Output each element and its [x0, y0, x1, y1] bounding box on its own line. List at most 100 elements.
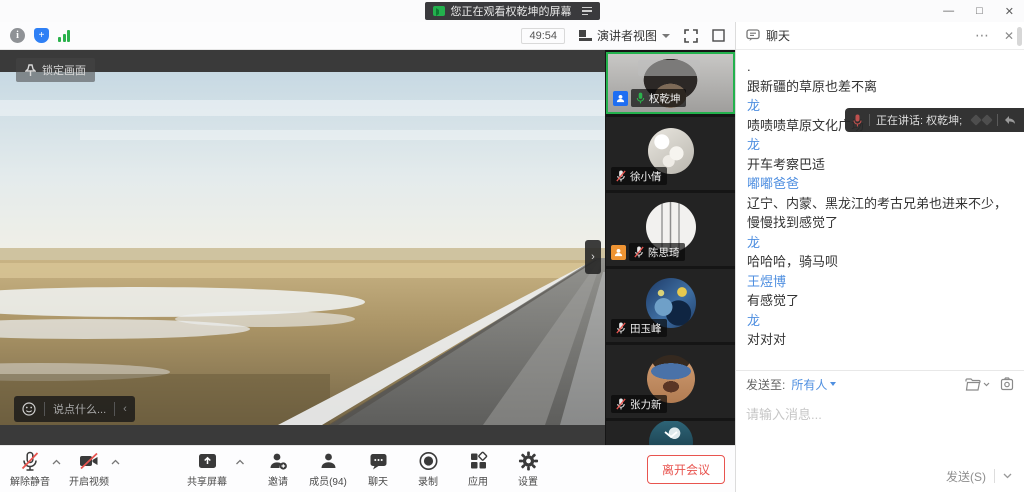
screen-share-icon [433, 6, 445, 16]
chat-label: 聊天 [368, 473, 388, 488]
chat-button[interactable]: 聊天 [356, 447, 400, 491]
meeting-info-icon[interactable]: i [10, 28, 25, 43]
participant-tile[interactable]: 陈思琦 [606, 193, 735, 266]
chevron-down-icon [830, 382, 836, 386]
video-options-chevron-icon[interactable] [111, 459, 120, 465]
quick-chat-placeholder[interactable]: 说点什么... [53, 401, 106, 417]
cohost-badge-icon [611, 245, 626, 260]
invite-button[interactable]: 邀请 [256, 447, 300, 491]
chat-bubble-icon [368, 451, 388, 471]
start-video-button[interactable]: 开启视频 [67, 447, 111, 491]
chat-sender-name: 龙 [747, 311, 1013, 331]
invite-label: 邀请 [268, 473, 288, 488]
badge-list-icon[interactable] [582, 7, 592, 16]
chat-message: 开车考察巴适 [747, 155, 1013, 175]
control-bar: 解除静音 开启视频 [0, 445, 735, 492]
pin-view-label: 锁定画面 [42, 62, 86, 78]
fullscreen-icon[interactable] [684, 29, 698, 43]
chat-message: 对对对 [747, 330, 1013, 350]
pin-icon [25, 64, 36, 77]
quick-chat-collapse-icon[interactable]: ‹ [123, 403, 127, 415]
speaking-toast[interactable]: 正在讲话: 权乾坤; [845, 108, 1024, 132]
chat-message-input[interactable] [736, 398, 1024, 460]
unmute-button[interactable]: 解除静音 [8, 447, 52, 491]
chat-send-row: 发送(S) [736, 460, 1024, 492]
layout-icon [579, 30, 592, 41]
participant-name: 权乾坤 [649, 91, 681, 106]
network-signal-icon[interactable] [58, 30, 70, 42]
mic-muted-icon [616, 398, 626, 410]
send-button[interactable]: 发送(S) [946, 468, 986, 485]
chevron-down-icon [662, 34, 670, 38]
minimize-button[interactable]: — [943, 5, 954, 17]
watching-screen-badge[interactable]: 您正在观看权乾坤的屏幕 [425, 2, 600, 20]
title-bar: 您正在观看权乾坤的屏幕 — □ ✕ [0, 0, 1024, 22]
emoji-icon[interactable] [22, 402, 36, 416]
chat-close-icon[interactable]: ✕ [1004, 29, 1014, 43]
chat-panel: 聊天 ⋯ ✕ . 跟新疆的草原也差不离 龙 啧啧啧草原文化广场 龙 开车考察巴适… [735, 22, 1024, 492]
chat-message: 跟新疆的草原也差不离 [747, 77, 1013, 97]
speaking-mic-icon [852, 114, 863, 127]
chat-message: 有感觉了 [747, 291, 1013, 311]
participant-tile[interactable]: 田玉峰 [606, 269, 735, 342]
shared-screen-view: 锁定画面 说点什么... ‹ › [0, 50, 605, 445]
participant-tile-active-speaker[interactable]: 权乾坤 [606, 52, 735, 114]
send-to-selector[interactable]: 所有人 [791, 376, 836, 393]
chevron-right-icon: › [591, 251, 595, 263]
participant-name: 徐小倩 [630, 169, 662, 184]
scroll-more-chevron-icon[interactable] [664, 431, 678, 439]
close-button[interactable]: ✕ [1005, 5, 1014, 18]
gear-icon [518, 451, 538, 471]
mic-options-chevron-icon[interactable] [52, 459, 61, 465]
screenshot-icon[interactable] [1000, 377, 1014, 391]
chat-message: 辽宁、内蒙、黑龙江的考古兄弟也进来不少，慢慢找到感觉了 [747, 194, 1013, 233]
chat-panel-title: 聊天 [766, 27, 790, 44]
mic-muted-icon [616, 170, 626, 182]
participant-name: 张力新 [630, 397, 662, 412]
pin-view-button[interactable]: 锁定画面 [16, 58, 95, 82]
divider [44, 402, 45, 416]
shared-screen-content [0, 72, 605, 425]
participant-strip-toggle[interactable]: › [585, 240, 601, 274]
chat-more-icon[interactable]: ⋯ [975, 27, 990, 44]
participant-tile[interactable]: 徐小倩 [606, 117, 735, 190]
divider [994, 469, 995, 483]
send-to-row: 发送至: 所有人 [736, 370, 1024, 398]
participant-tile[interactable]: 张力新 [606, 345, 735, 418]
share-options-chevron-icon[interactable] [235, 459, 244, 465]
send-to-label: 发送至: [746, 376, 785, 393]
host-badge-icon [613, 91, 628, 106]
quick-chat-bar[interactable]: 说点什么... ‹ [14, 396, 135, 422]
settings-button[interactable]: 设置 [506, 447, 550, 491]
chat-sender-name: 龙 [747, 135, 1013, 155]
view-mode-dropdown[interactable]: 演讲者视图 [579, 27, 670, 44]
chat-message-list[interactable]: . 跟新疆的草原也差不离 龙 啧啧啧草原文化广场 龙 开车考察巴适 嘟嘟爸爸 辽… [736, 50, 1024, 370]
apps-button[interactable]: 应用 [456, 447, 500, 491]
maximize-button[interactable]: □ [976, 5, 983, 17]
mic-muted-icon [634, 246, 644, 258]
send-options-chevron-icon[interactable] [1003, 473, 1012, 479]
side-panel-icon[interactable] [712, 29, 725, 42]
share-screen-button[interactable]: 共享屏幕 [185, 447, 229, 491]
leave-meeting-button[interactable]: 离开会议 [647, 455, 725, 484]
security-shield-icon[interactable]: + [34, 28, 49, 43]
meeting-toolbar: i + 49:54 演讲者视图 [0, 22, 735, 50]
mic-muted-icon [20, 451, 40, 471]
share-screen-icon [197, 451, 217, 471]
chat-sender-name: 龙 [747, 233, 1013, 253]
record-button[interactable]: 录制 [406, 447, 450, 491]
unmute-label: 解除静音 [10, 473, 50, 488]
meeting-timer: 49:54 [521, 28, 565, 44]
chat-sender-name: 嘟嘟爸爸 [747, 174, 1013, 194]
chat-history-button[interactable] [965, 378, 990, 391]
collapse-arrow-icon[interactable] [1004, 115, 1016, 125]
start-video-label: 开启视频 [69, 473, 109, 488]
participant-tile-partial[interactable] [606, 421, 735, 445]
meeting-window: 您正在观看权乾坤的屏幕 — □ ✕ i + 49:54 演讲者视图 [0, 0, 1024, 492]
share-screen-label: 共享屏幕 [187, 473, 227, 488]
chat-scrollbar-thumb[interactable] [1017, 27, 1022, 46]
divider [997, 114, 998, 126]
members-button[interactable]: 成员(94) [306, 447, 350, 491]
record-icon [418, 451, 438, 471]
chat-message: . [747, 57, 1013, 77]
